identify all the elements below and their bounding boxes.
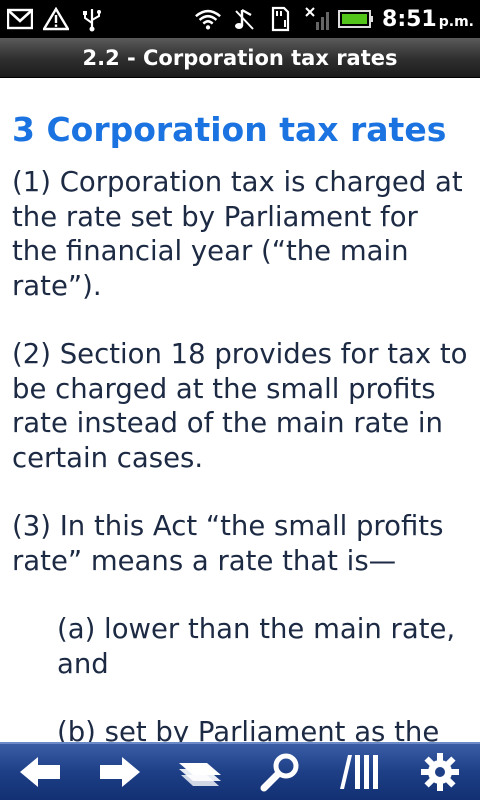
settings-icon — [420, 752, 460, 792]
library-button[interactable] — [332, 746, 388, 798]
status-clock: 8:51 p.m. — [382, 6, 474, 32]
settings-button[interactable] — [412, 746, 468, 798]
search-icon — [260, 752, 300, 792]
warning-icon — [42, 5, 70, 33]
forward-arrow-icon — [98, 755, 142, 789]
library-icon — [338, 753, 382, 791]
status-left-icons — [6, 5, 106, 33]
paragraph-1: (1) Corporation tax is charged at the ra… — [12, 166, 463, 302]
signal-icon — [302, 5, 330, 33]
subparagraph-b: (b) set by Parliament as the small profi… — [57, 716, 440, 742]
back-button[interactable] — [12, 746, 68, 798]
contents-button[interactable] — [172, 746, 228, 798]
contents-icon — [177, 755, 223, 789]
section-heading: 3 Corporation tax rates — [12, 110, 447, 149]
paragraph-2: (2) Section 18 provides for tax to be ch… — [12, 338, 468, 474]
wifi-icon — [194, 5, 222, 33]
page-title: 2.2 - Corporation tax rates — [82, 45, 398, 70]
forward-button[interactable] — [92, 746, 148, 798]
sd-card-icon — [266, 5, 294, 33]
usb-icon — [78, 5, 106, 33]
document-content[interactable]: 3 Corporation tax rates (1) Corporation … — [0, 78, 480, 742]
bottom-toolbar — [0, 742, 480, 800]
title-bar: 2.2 - Corporation tax rates — [0, 38, 480, 78]
status-right-icons: 8:51 p.m. — [194, 5, 474, 33]
back-arrow-icon — [18, 755, 62, 789]
subparagraph-a: (a) lower than the main rate, and — [57, 613, 456, 680]
paragraph-3: (3) In this Act “the small profits rate”… — [12, 510, 444, 577]
status-bar: 8:51 p.m. — [0, 0, 480, 38]
gmail-icon — [6, 5, 34, 33]
search-button[interactable] — [252, 746, 308, 798]
battery-icon — [338, 5, 374, 33]
music-icon — [230, 5, 258, 33]
